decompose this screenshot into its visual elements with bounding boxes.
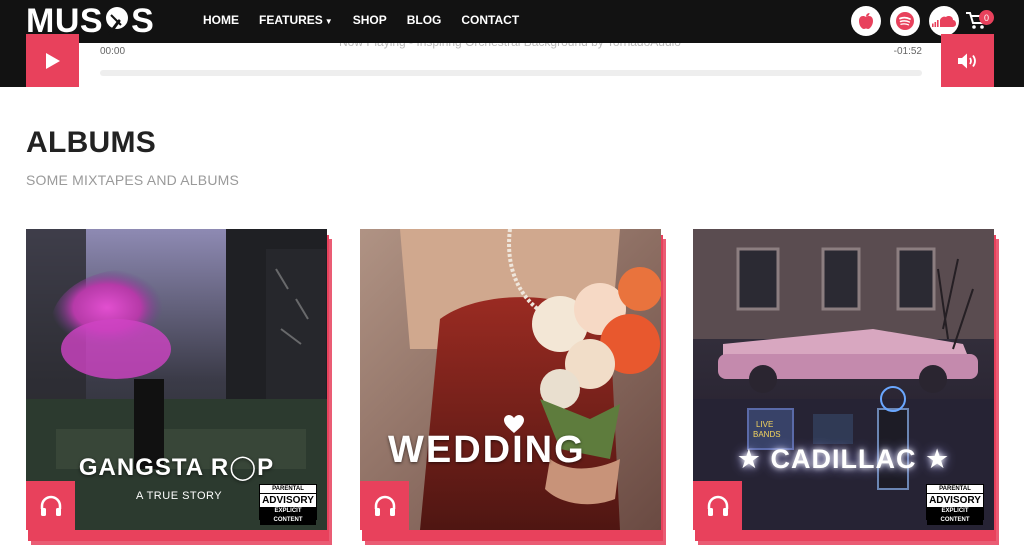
parental-advisory-label: PARENTAL ADVISORY EXPLICIT CONTENT	[259, 484, 317, 525]
remaining-time: -01:52	[893, 46, 922, 57]
headphones-icon	[707, 495, 728, 516]
cover-title: ★ CADILLAC ★	[736, 444, 951, 474]
listen-button[interactable]	[693, 481, 742, 530]
listen-button[interactable]	[360, 481, 409, 530]
section-subtitle: SOME MIXTAPES AND ALBUMS	[26, 172, 240, 188]
play-icon	[45, 52, 60, 69]
section-title: ALBUMS	[26, 126, 157, 159]
cover-subtitle: A TRUE STORY	[136, 490, 223, 502]
caret-down-icon: ▼	[324, 17, 333, 26]
top-navbar: MUS S HOME FEATURES▼ SHOP BLOG CONTACT	[0, 0, 1024, 43]
spotify-icon[interactable]	[890, 6, 920, 36]
volume-icon	[957, 53, 976, 68]
listen-button[interactable]	[26, 481, 75, 530]
main-nav: HOME FEATURES ▼ SHOP BLOG CONTACT	[203, 0, 539, 40]
nav-item-features[interactable]: FEATURES ▼	[259, 13, 333, 27]
nav-item-shop[interactable]: SHOP	[353, 13, 387, 27]
cover-title: GANGSTA R◯P	[78, 454, 275, 481]
album-card-cadillac[interactable]: LIVE BANDS ★ CADILLAC ★ PARENTAL ADVISOR…	[693, 229, 999, 547]
cover-title: WEDDING	[388, 429, 586, 471]
current-time: 00:00	[100, 46, 126, 57]
headphones-icon	[374, 495, 395, 516]
soundcloud-icon[interactable]	[929, 6, 959, 36]
parental-advisory-label: PARENTAL ADVISORY EXPLICIT CONTENT	[926, 484, 984, 525]
volume-button[interactable]	[941, 34, 994, 87]
nav-item-blog[interactable]: BLOG	[407, 13, 442, 27]
play-button[interactable]	[26, 34, 79, 87]
nav-item-contact[interactable]: CONTACT	[461, 13, 519, 27]
album-card-wedding[interactable]: WEDDING	[360, 229, 666, 547]
svg-text:BANDS: BANDS	[753, 430, 781, 439]
album-card-gangsta-rap[interactable]: GANGSTA R◯P A TRUE STORY PARENTAL ADVISO…	[26, 229, 332, 547]
headphones-icon	[40, 495, 61, 516]
svg-text:LIVE: LIVE	[756, 420, 773, 429]
nav-item-home[interactable]: HOME	[203, 13, 239, 27]
microphone-icon	[104, 6, 130, 36]
progress-slider[interactable]	[100, 70, 922, 76]
logo-text-right: S	[131, 1, 155, 40]
apple-music-icon[interactable]	[851, 6, 881, 36]
cart-count-badge: 0	[979, 10, 994, 25]
